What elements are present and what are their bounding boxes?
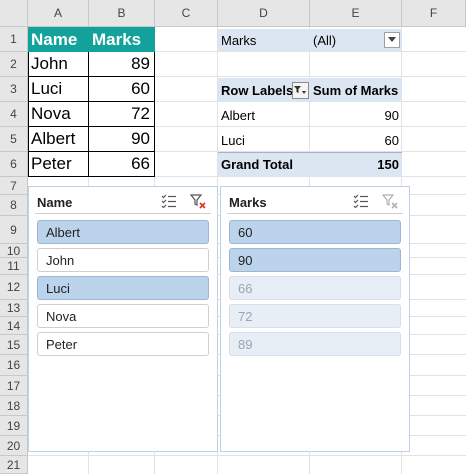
row-header-19[interactable]: 19	[0, 416, 28, 436]
slicer-divider	[227, 213, 403, 214]
row-header-13[interactable]: 13	[0, 300, 28, 317]
pivot-row-labels-text: Row Labels	[221, 82, 294, 98]
row-header-20[interactable]: 20	[0, 436, 28, 456]
row-header-4[interactable]: 4	[0, 102, 28, 127]
name-slicer-item[interactable]: Peter	[37, 332, 209, 356]
pivot-filter-label: Marks	[218, 29, 310, 51]
row-header-14[interactable]: 14	[0, 317, 28, 335]
table-cell-marks[interactable]: 60	[89, 77, 155, 102]
table-cell-marks[interactable]: 66	[89, 152, 155, 177]
row-header-11[interactable]: 11	[0, 258, 28, 275]
column-header-a[interactable]: A	[28, 0, 89, 27]
row-header-1[interactable]: 1	[0, 27, 28, 52]
column-header-e[interactable]: E	[310, 0, 402, 27]
pivot-row-value[interactable]: 90	[310, 103, 402, 127]
filter-dropdown-icon[interactable]	[292, 82, 309, 99]
row-header-18[interactable]: 18	[0, 396, 28, 416]
row-header-17[interactable]: 17	[0, 376, 28, 396]
clear-filter-icon[interactable]	[381, 193, 399, 209]
name-slicer-item[interactable]: Nova	[37, 304, 209, 328]
row-header-12[interactable]: 12	[0, 275, 28, 300]
row-header-9[interactable]: 9	[0, 216, 28, 244]
table-header-name[interactable]: Name	[28, 27, 89, 52]
dropdown-arrow-icon[interactable]	[384, 32, 400, 48]
pivot-grand-total-value[interactable]: 150	[310, 152, 402, 176]
row-header-2[interactable]: 2	[0, 52, 28, 77]
pivot-row-label[interactable]: Albert	[218, 103, 310, 127]
marks-slicer-item[interactable]: 90	[229, 248, 401, 272]
table-cell-name[interactable]: Nova	[28, 102, 89, 127]
pivot-row-label[interactable]: Luci	[218, 128, 310, 152]
marks-slicer-item[interactable]: 66	[229, 276, 401, 300]
column-header-c[interactable]: C	[155, 0, 218, 27]
column-header-f[interactable]: F	[402, 0, 466, 27]
gridline	[28, 455, 466, 456]
pivot-sum-header[interactable]: Sum of Marks	[310, 78, 402, 102]
marks-slicer-title: Marks	[229, 195, 267, 210]
pivot-grand-total-label[interactable]: Grand Total	[218, 152, 310, 176]
row-header-6[interactable]: 6	[0, 152, 28, 177]
name-slicer-item[interactable]: John	[37, 248, 209, 272]
row-header-8[interactable]: 8	[0, 195, 28, 216]
row-header-10[interactable]: 10	[0, 244, 28, 258]
name-slicer[interactable]: Name Albert John Luci Nova Peter	[28, 186, 218, 452]
marks-slicer-item[interactable]: 60	[229, 220, 401, 244]
table-cell-name[interactable]: Luci	[28, 77, 89, 102]
table-cell-marks[interactable]: 89	[89, 52, 155, 77]
name-slicer-item[interactable]: Luci	[37, 276, 209, 300]
name-slicer-title: Name	[37, 195, 73, 210]
column-header-d[interactable]: D	[218, 0, 310, 27]
multi-select-icon[interactable]	[352, 193, 370, 209]
row-header-5[interactable]: 5	[0, 127, 28, 152]
table-cell-marks[interactable]: 90	[89, 127, 155, 152]
name-slicer-item[interactable]: Albert	[37, 220, 209, 244]
row-header-7[interactable]: 7	[0, 177, 28, 195]
pivot-row-value[interactable]: 60	[310, 128, 402, 152]
multi-select-icon[interactable]	[160, 193, 178, 209]
row-header-15[interactable]: 15	[0, 335, 28, 355]
select-all-corner[interactable]	[0, 0, 28, 27]
row-header-21[interactable]: 21	[0, 456, 28, 474]
marks-slicer-item[interactable]: 89	[229, 332, 401, 356]
table-cell-marks[interactable]: 72	[89, 102, 155, 127]
table-cell-name[interactable]: Peter	[28, 152, 89, 177]
slicer-divider	[35, 213, 211, 214]
table-cell-name[interactable]: John	[28, 52, 89, 77]
row-header-16[interactable]: 16	[0, 355, 28, 376]
row-header-3[interactable]: 3	[0, 77, 28, 102]
table-cell-name[interactable]: Albert	[28, 127, 89, 152]
clear-filter-icon[interactable]	[189, 193, 207, 209]
table-header-marks[interactable]: Marks	[89, 27, 155, 52]
marks-slicer-item[interactable]: 72	[229, 304, 401, 328]
column-header-b[interactable]: B	[89, 0, 155, 27]
marks-slicer[interactable]: Marks 60 90 66 72 89	[220, 186, 410, 452]
